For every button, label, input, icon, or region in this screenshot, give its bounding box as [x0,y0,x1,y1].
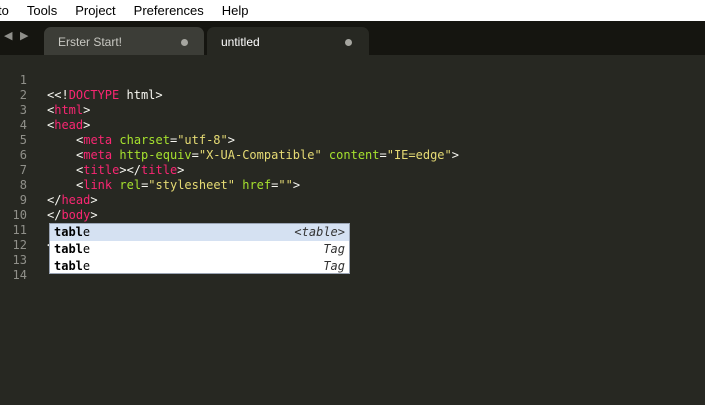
code-line: 7 <link rel="stylesheet" href=""> [0,148,705,192]
tab-label: Erster Start! [58,35,123,49]
code-line: 4 <meta charset="utf-8"> [0,103,705,147]
autocomplete-item[interactable]: table Tag [50,241,349,258]
autocomplete-hint: Tag [323,242,345,256]
tab-bar: ◀ ▶ Erster Start! untitled [0,21,705,55]
line-number: 14 [12,268,27,282]
autocomplete-word: table [54,259,91,273]
code-line: 5 <meta http-equiv="X-UA-Compatible" con… [0,118,705,162]
tab-nav-arrows-icon[interactable]: ◀ ▶ [4,29,30,42]
autocomplete-item[interactable]: table <table> [50,224,349,241]
code-line: 9 </body> [0,178,705,222]
tab-label: untitled [221,35,260,49]
autocomplete-word: table [54,225,91,239]
menu-tools[interactable]: Tools [18,0,66,21]
menu-help[interactable]: Help [213,0,258,21]
menu-preferences[interactable]: Preferences [125,0,213,21]
tab-close-dot-icon[interactable] [345,39,352,46]
code-line: 10 [0,193,705,222]
tab-close-dot-icon[interactable] [181,39,188,46]
menu-goto[interactable]: to [0,0,18,21]
autocomplete-hint: Tag [323,259,345,273]
autocomplete-popup[interactable]: table <table> table Tag table Tag [49,223,350,274]
autocomplete-word: table [54,242,91,256]
tab-untitled[interactable]: untitled [207,27,369,55]
code-line: 1 <<!DOCTYPE html> [0,58,705,102]
tab-erster-start[interactable]: Erster Start! [44,27,204,55]
autocomplete-hint: <table> [294,225,345,239]
code-line: 2 <html> [0,73,705,117]
autocomplete-item[interactable]: table Tag [50,258,349,275]
code-line: 8 </head> [0,163,705,207]
code-line: 6 <title></title> [0,133,705,177]
menu-bar: to Tools Project Preferences Help [0,0,705,21]
menu-project[interactable]: Project [66,0,124,21]
code-line-current: 11 <tabl [0,208,705,252]
code-line: 3 <head> [0,88,705,132]
